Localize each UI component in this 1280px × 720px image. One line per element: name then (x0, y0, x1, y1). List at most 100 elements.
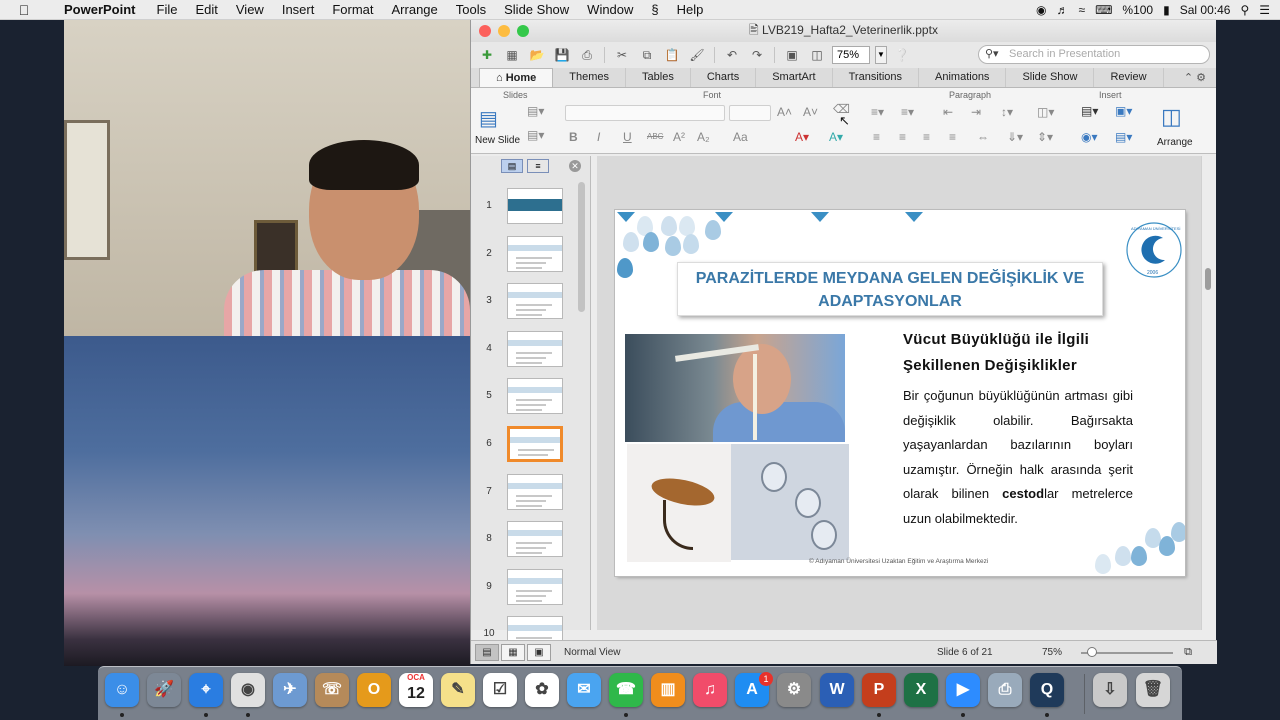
dock-chrome-icon[interactable]: ◉ (231, 673, 265, 707)
slide-thumbnail-image[interactable] (507, 378, 563, 415)
dock-reminders-icon[interactable]: ☑ (483, 673, 517, 707)
menu-insert[interactable]: Insert (273, 2, 324, 17)
dock-system-preferences-icon[interactable]: ⚙ (777, 673, 811, 707)
redo-icon[interactable]: ↷ (747, 46, 767, 64)
zoom-slider-knob[interactable] (1087, 647, 1097, 657)
slide-thumbnail[interactable]: 3 (471, 283, 581, 323)
menu-arrange[interactable]: Arrange (383, 2, 447, 17)
slide-thumbnail[interactable]: 7 (471, 473, 581, 514)
wifi-icon[interactable]: ≈ (1078, 3, 1085, 17)
menu-help[interactable]: Help (668, 2, 713, 17)
scrollbar-knob[interactable] (1205, 268, 1211, 290)
close-pane-icon[interactable]: ✕ (569, 160, 581, 172)
slide-thumbnail[interactable]: 8 (471, 521, 581, 561)
shape-icon[interactable]: ◉▾ (1081, 130, 1098, 144)
battery-icon[interactable]: ▮ (1163, 3, 1170, 17)
paste-icon[interactable]: 📋 (662, 46, 682, 64)
font-size-field[interactable] (729, 105, 771, 121)
normal-view-button[interactable]: ▤ (475, 644, 499, 661)
new-slide-button[interactable]: New Slide (475, 135, 520, 146)
notification-center-icon[interactable]: ☰ (1259, 3, 1270, 17)
tab-transitions[interactable]: Transitions (833, 68, 920, 87)
script-menu-icon[interactable]: § (642, 2, 667, 17)
gallery-icon[interactable]: ◫ (807, 46, 827, 64)
slide-thumbnail-image[interactable] (507, 188, 563, 224)
picture-icon[interactable]: ▣▾ (1115, 104, 1132, 118)
slide-thumbnail-image[interactable] (507, 568, 563, 605)
layout-icon[interactable]: ▤▾ (527, 104, 544, 118)
dock-finder-icon[interactable]: ☺ (105, 673, 139, 707)
slide-show-icon[interactable]: ▣ (782, 46, 802, 64)
ribbon-collapse-icon[interactable]: ⌃ ⚙ (1174, 68, 1216, 87)
thumbnail-scrollbar[interactable] (578, 182, 585, 312)
dock-facetime-icon[interactable]: ☎ (609, 673, 643, 707)
dock-contacts-icon[interactable]: ☏ (315, 673, 349, 707)
slide-scrollbar[interactable] (1201, 156, 1213, 630)
outline-view-tab[interactable]: ≡ (527, 159, 549, 173)
record-icon[interactable]: ◉ (1036, 3, 1046, 17)
tab-themes[interactable]: Themes (553, 68, 627, 87)
open-icon[interactable]: 📂 (527, 46, 547, 64)
fit-to-window-icon[interactable]: ⧉ (1179, 644, 1197, 661)
dock-outlook-icon[interactable]: O (357, 673, 391, 707)
align-center-icon[interactable]: ≡ (899, 130, 906, 144)
format-painter-icon[interactable]: 🖌 (687, 46, 707, 64)
undo-icon[interactable]: ↶ (722, 46, 742, 64)
menu-window[interactable]: Window (578, 2, 642, 17)
menubar-clock[interactable]: Sal 00:46 (1180, 3, 1231, 17)
new-presentation-icon[interactable]: ✚ (477, 46, 497, 64)
print-icon[interactable]: ⎙ (577, 46, 597, 64)
spotlight-icon[interactable]: ⚲ (1240, 3, 1249, 17)
menu-edit[interactable]: Edit (186, 2, 226, 17)
numbering-icon[interactable]: ≡▾ (901, 105, 914, 119)
new-slide-icon[interactable]: ▤ (479, 106, 498, 131)
dock-excel-icon[interactable]: X (904, 673, 938, 707)
zoom-field[interactable]: 75% (832, 46, 870, 64)
slides-view-tab[interactable]: ▤ (501, 159, 523, 173)
menu-slide-show[interactable]: Slide Show (495, 2, 578, 17)
slide-thumbnail[interactable]: 5 (471, 378, 581, 418)
superscript-button[interactable]: A² (673, 130, 685, 144)
dock-messages-icon[interactable]: ✉ (567, 673, 601, 707)
volume-icon[interactable]: ♬ (1056, 3, 1068, 17)
font-color-icon[interactable]: A▾ (795, 130, 809, 144)
text-direction-icon[interactable]: ⇓▾ (1007, 130, 1023, 144)
copy-icon[interactable]: ⧉ (637, 46, 657, 64)
menu-app-name[interactable]: PowerPoint (48, 2, 148, 17)
slide-body-text[interactable]: Bir çoğunun büyüklüğünün artması gibi de… (903, 384, 1133, 531)
slide-thumbnail-image[interactable] (507, 426, 563, 462)
slide-thumbnail[interactable]: 4 (471, 330, 581, 371)
menu-tools[interactable]: Tools (447, 2, 495, 17)
cut-icon[interactable]: ✂ (612, 46, 632, 64)
arrange-icon[interactable]: ◫ (1161, 104, 1182, 130)
slide-title[interactable]: PARAZİTLERDE MEYDANA GELEN DEĞİŞİKLİK VE… (677, 262, 1103, 316)
menu-view[interactable]: View (227, 2, 273, 17)
photo-insect-parasite[interactable] (627, 444, 731, 562)
tab-charts[interactable]: Charts (691, 68, 757, 87)
text-box-icon[interactable]: ▤▾ (1081, 104, 1098, 118)
slide-thumbnail-image[interactable] (507, 473, 563, 510)
slide-show-button[interactable]: ▣ (527, 644, 551, 661)
dock-notes-icon[interactable]: ✎ (441, 673, 475, 707)
font-name-field[interactable] (565, 105, 725, 121)
tab-home[interactable]: ⌂ Home (479, 68, 554, 87)
underline-button[interactable]: U (623, 130, 632, 144)
dock-quicktime-icon[interactable]: Q (1030, 673, 1064, 707)
slide-subheading[interactable]: Vücut Büyüklüğü ile İlgili Şekillenen De… (903, 327, 1133, 379)
tab-review[interactable]: Review (1094, 68, 1164, 87)
italic-button[interactable]: I (597, 130, 600, 144)
distributed-icon[interactable]: ⇔ (977, 130, 989, 144)
menu-format[interactable]: Format (323, 2, 382, 17)
dock-photos-icon[interactable]: ✿ (525, 673, 559, 707)
slide-thumbnail-image[interactable] (507, 521, 563, 558)
save-icon[interactable]: 💾 (552, 46, 572, 64)
slide-thumbnail[interactable]: 9 (471, 568, 581, 609)
battery-percent[interactable]: %100 (1122, 3, 1153, 17)
help-icon[interactable]: ❔ (892, 46, 912, 64)
tab-animations[interactable]: Animations (919, 68, 1007, 87)
align-right-icon[interactable]: ≡ (923, 130, 930, 144)
increase-indent-icon[interactable]: ⇥ (971, 105, 981, 119)
columns-icon[interactable]: ◫▾ (1037, 105, 1054, 119)
dock-calendar-icon[interactable]: OCA 12 (399, 673, 433, 707)
slide-thumbnail-image[interactable] (507, 330, 563, 367)
